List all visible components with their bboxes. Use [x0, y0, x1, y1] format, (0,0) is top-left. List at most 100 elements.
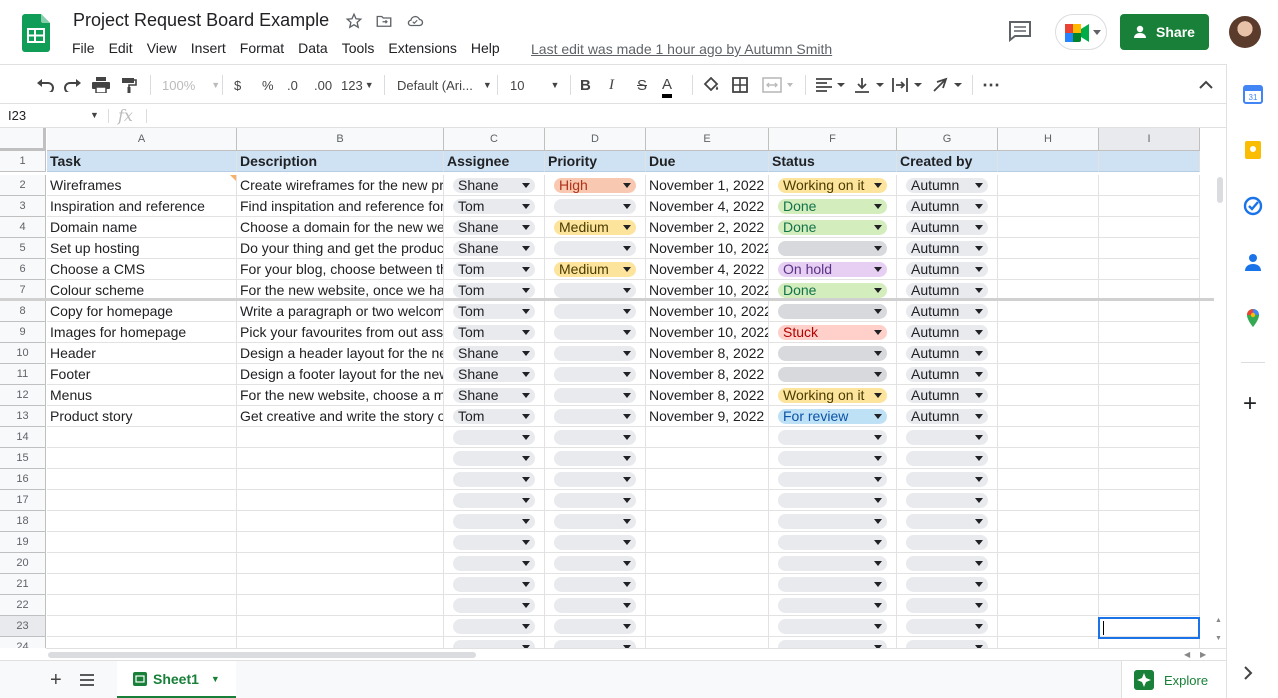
priority-chip[interactable] — [554, 619, 636, 634]
column-header-a[interactable]: A — [47, 128, 237, 151]
cell-empty[interactable] — [1099, 343, 1200, 364]
dropdown-cell-status[interactable] — [769, 427, 897, 448]
cell-desc[interactable] — [237, 427, 444, 448]
dropdown-cell-created[interactable]: Autumn — [897, 196, 998, 217]
created-chip[interactable]: Autumn — [906, 409, 988, 424]
dropdown-cell-assignee[interactable]: Shane — [444, 385, 545, 406]
dropdown-cell-status[interactable] — [769, 238, 897, 259]
dropdown-cell-created[interactable]: Autumn — [897, 343, 998, 364]
dropdown-cell-created[interactable] — [897, 511, 998, 532]
column-header-e[interactable]: E — [646, 128, 769, 151]
priority-chip[interactable] — [554, 241, 636, 256]
created-chip[interactable]: Autumn — [906, 304, 988, 319]
cell-empty[interactable] — [1099, 595, 1200, 616]
cell-task[interactable]: Domain name — [47, 217, 237, 238]
status-chip[interactable] — [778, 535, 887, 550]
dropdown-cell-status[interactable]: Done — [769, 196, 897, 217]
cell-empty[interactable] — [1099, 196, 1200, 217]
cell-empty[interactable] — [1099, 574, 1200, 595]
cell-due[interactable] — [646, 448, 769, 469]
created-chip[interactable] — [906, 577, 988, 592]
dropdown-cell-priority[interactable] — [545, 238, 646, 259]
cell-task[interactable] — [47, 595, 237, 616]
dropdown-cell-created[interactable] — [897, 469, 998, 490]
cell-empty[interactable] — [998, 490, 1099, 511]
assignee-chip[interactable]: Shane — [453, 178, 535, 193]
column-header-c[interactable]: C — [444, 128, 545, 151]
cell-task[interactable]: Inspiration and reference — [47, 196, 237, 217]
priority-chip[interactable] — [554, 556, 636, 571]
cell-task[interactable] — [47, 532, 237, 553]
row-header-17[interactable]: 17 — [0, 490, 46, 511]
dropdown-cell-status[interactable] — [769, 469, 897, 490]
column-header-d[interactable]: D — [545, 128, 646, 151]
row-header-12[interactable]: 12 — [0, 385, 46, 406]
cell-desc[interactable] — [237, 532, 444, 553]
created-chip[interactable]: Autumn — [906, 178, 988, 193]
move-folder-icon[interactable] — [375, 12, 395, 32]
cell-empty[interactable] — [998, 574, 1099, 595]
cell-due[interactable]: November 9, 2022 — [646, 406, 769, 427]
dropdown-cell-created[interactable] — [897, 637, 998, 648]
cell-task[interactable]: Menus — [47, 385, 237, 406]
assignee-chip[interactable]: Tom — [453, 283, 535, 298]
all-sheets-icon[interactable] — [80, 673, 94, 691]
dropdown-cell-priority[interactable]: Medium — [545, 259, 646, 280]
horizontal-scrollbar[interactable]: ◀ ▶ — [46, 648, 1226, 660]
dropdown-cell-priority[interactable] — [545, 406, 646, 427]
dropdown-cell-priority[interactable] — [545, 574, 646, 595]
created-chip[interactable]: Autumn — [906, 283, 988, 298]
text-color-button[interactable]: A — [662, 75, 673, 98]
assignee-chip[interactable]: Shane — [453, 367, 535, 382]
meet-button[interactable] — [1055, 14, 1107, 50]
row-header-14[interactable]: 14 — [0, 427, 46, 448]
dropdown-cell-priority[interactable] — [545, 196, 646, 217]
borders-icon[interactable] — [732, 75, 748, 95]
dropdown-cell-priority[interactable] — [545, 427, 646, 448]
row-header-2[interactable]: 2 — [0, 175, 46, 196]
dropdown-cell-created[interactable]: Autumn — [897, 301, 998, 322]
priority-chip[interactable] — [554, 430, 636, 445]
cell-due[interactable]: November 1, 2022 — [646, 175, 769, 196]
priority-chip[interactable] — [554, 451, 636, 466]
cell-empty[interactable] — [998, 196, 1099, 217]
cell-due[interactable]: November 2, 2022 — [646, 217, 769, 238]
cell-desc[interactable]: For your blog, choose between the — [237, 259, 444, 280]
priority-chip[interactable] — [554, 388, 636, 403]
cell-empty[interactable] — [1099, 238, 1200, 259]
currency-format-button[interactable]: $ — [234, 75, 241, 95]
header-cell-f[interactable]: Status — [769, 151, 897, 172]
status-chip[interactable] — [778, 577, 887, 592]
cell-due[interactable]: November 10, 2022 — [646, 322, 769, 343]
cell-due[interactable] — [646, 595, 769, 616]
cell-empty[interactable] — [998, 301, 1099, 322]
status-chip[interactable] — [778, 556, 887, 571]
dropdown-cell-priority[interactable] — [545, 532, 646, 553]
row-header-20[interactable]: 20 — [0, 553, 46, 574]
strikethrough-button[interactable]: S — [637, 75, 647, 95]
status-chip[interactable] — [778, 451, 887, 466]
cloud-status-icon[interactable] — [405, 12, 425, 32]
cell-empty[interactable] — [1099, 448, 1200, 469]
cell-desc[interactable] — [237, 490, 444, 511]
assignee-chip[interactable] — [453, 556, 535, 571]
print-icon[interactable] — [92, 75, 110, 95]
priority-chip[interactable]: High — [554, 178, 636, 193]
cell-empty[interactable] — [998, 238, 1099, 259]
created-chip[interactable]: Autumn — [906, 388, 988, 403]
account-avatar[interactable] — [1229, 16, 1261, 48]
dropdown-cell-created[interactable] — [897, 553, 998, 574]
dropdown-cell-priority[interactable] — [545, 364, 646, 385]
name-box[interactable]: I23 ▼ — [8, 108, 99, 123]
header-cell-c[interactable]: Assignee — [444, 151, 545, 172]
status-chip[interactable] — [778, 472, 887, 487]
row-header-11[interactable]: 11 — [0, 364, 46, 385]
row-header-4[interactable]: 4 — [0, 217, 46, 238]
maps-icon[interactable] — [1243, 308, 1263, 328]
dropdown-cell-assignee[interactable]: Tom — [444, 301, 545, 322]
dropdown-cell-assignee[interactable]: Shane — [444, 364, 545, 385]
assignee-chip[interactable] — [453, 451, 535, 466]
cell-desc[interactable]: For the new website, choose a me — [237, 385, 444, 406]
merge-cells-icon[interactable] — [762, 75, 794, 95]
cell-empty[interactable] — [998, 448, 1099, 469]
